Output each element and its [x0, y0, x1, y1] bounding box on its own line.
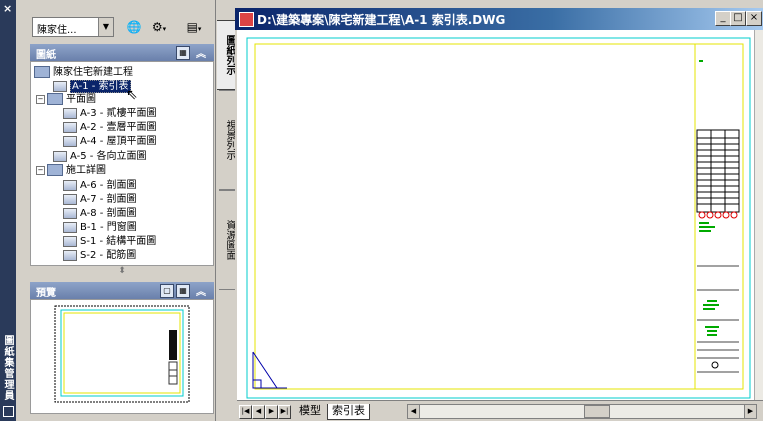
autocad-drawing-icon — [239, 12, 254, 27]
first-tab-icon[interactable]: |◀ — [239, 405, 252, 419]
tree-node-sheet[interactable]: A-3 - 貳樓平面圖 — [63, 107, 157, 120]
publish-icon[interactable]: 🌐 — [124, 17, 144, 37]
sheet-icon — [63, 221, 77, 233]
tree-node-sheet[interactable]: A-2 - 壹層平面圖 — [63, 121, 157, 134]
maximize-button[interactable]: □ — [730, 11, 746, 26]
publish-menu-button[interactable]: ⚙▾ — [146, 17, 172, 37]
sheets-panel-title: 圖紙 — [36, 50, 56, 61]
tree-node-sheet[interactable]: A-5 - 各向立面圖 — [53, 150, 147, 163]
palette-close-button[interactable]: × — [3, 2, 12, 15]
details-mode-icon[interactable]: ▦ — [176, 284, 190, 298]
sheet-tree: 陳家住宅新建工程 A-1 - 索引表 − 平面圖 A-3 - 貳樓平面圖 A-2 … — [30, 61, 214, 266]
tab-layout[interactable]: 索引表 — [327, 404, 370, 420]
scroll-right-icon[interactable]: ▶ — [744, 405, 756, 418]
folder-icon — [47, 164, 63, 176]
sheet-icon — [63, 107, 77, 119]
sheet-icon — [63, 179, 77, 191]
tree-node-sheet[interactable]: A-4 - 屋頂平面圖 — [63, 135, 157, 148]
sheet-set-icon — [34, 66, 50, 78]
autohide-icon[interactable] — [3, 406, 14, 417]
scroll-thumb[interactable] — [584, 405, 610, 418]
tree-node-group[interactable]: − 施工詳圖 — [36, 164, 106, 177]
vertical-scrollbar[interactable] — [754, 30, 763, 400]
sheet-icon — [63, 207, 77, 219]
sheets-panel-header: 圖紙 ▦ ︽ — [30, 44, 214, 61]
drawing-canvas[interactable] — [237, 30, 754, 400]
tree-node-root[interactable]: 陳家住宅新建工程 — [34, 66, 133, 79]
panel-splitter[interactable]: ⬍ — [30, 266, 214, 280]
palette-title-strip: × 圖紙集管理員 — [0, 0, 16, 421]
preview-panel-header: 預覽 ▢ ▦ ︽ — [30, 282, 214, 299]
tree-node-sheet[interactable]: B-1 - 門窗圖 — [63, 221, 137, 234]
sheet-icon — [63, 235, 77, 247]
layout-drawing — [246, 37, 751, 399]
sheet-icon — [63, 135, 77, 147]
scroll-left-icon[interactable]: ◀ — [408, 405, 420, 418]
last-tab-icon[interactable]: ▶| — [278, 405, 291, 419]
sheet-icon — [53, 150, 67, 162]
mouse-cursor-icon: ⇖ — [126, 87, 138, 103]
collapse-icon[interactable]: − — [36, 94, 45, 104]
sheet-icon — [63, 121, 77, 133]
next-tab-icon[interactable]: ▶ — [265, 405, 278, 419]
tree-node-sheet[interactable]: A-6 - 剖面圖 — [63, 179, 137, 192]
sheet-icon — [53, 80, 67, 92]
tab-model[interactable]: 模型 — [295, 404, 325, 419]
sheet-set-dropdown[interactable]: 陳家住... ▼ — [32, 17, 114, 37]
sheet-preview — [30, 299, 214, 414]
panel-options-icon[interactable]: ▦ — [176, 46, 190, 60]
preview-thumbnail — [54, 305, 190, 403]
tree-node-sheet[interactable]: A-8 - 剖面圖 — [63, 207, 137, 220]
collapse-chevron-icon[interactable]: ︽ — [196, 283, 206, 298]
palette-title: 圖紙集管理員 — [2, 335, 13, 401]
drawing-title-bar: D:\建築專案\陳宅新建工程\A-1 索引表.DWG _ □ × — [235, 8, 763, 30]
drawing-title: D:\建築專案\陳宅新建工程\A-1 索引表.DWG — [257, 13, 506, 27]
tree-node-group[interactable]: − 平面圖 — [36, 93, 96, 106]
preview-mode-icon[interactable]: ▢ — [160, 284, 174, 298]
minimize-button[interactable]: _ — [715, 11, 731, 26]
tree-node-sheet[interactable]: A-1 - 索引表 — [53, 80, 131, 93]
prev-tab-icon[interactable]: ◀ — [252, 405, 265, 419]
layout-tab-bar: |◀ ◀ ▶ ▶| 模型 索引表 ◀ ▶ — [237, 400, 763, 421]
chevron-down-icon[interactable]: ▼ — [98, 18, 113, 36]
sheet-set-dropdown-value: 陳家住... — [37, 25, 77, 36]
palette-tabs: 圖紙列示 視景列示 資源圖面 — [217, 20, 238, 400]
tree-node-sheet[interactable]: S-1 - 結構平面圖 — [63, 235, 156, 248]
preview-panel-title: 預覽 — [36, 288, 56, 299]
collapse-icon[interactable]: − — [36, 165, 45, 175]
collapse-chevron-icon[interactable]: ︽ — [196, 45, 206, 60]
horizontal-scrollbar[interactable]: ◀ ▶ — [407, 404, 757, 419]
folder-icon — [47, 93, 63, 105]
view-options-button[interactable]: ▤▾ — [176, 17, 212, 37]
tree-node-sheet[interactable]: S-2 - 配筋圖 — [63, 249, 136, 262]
sheet-icon — [63, 193, 77, 205]
close-button[interactable]: × — [746, 11, 762, 26]
sheet-icon — [63, 249, 77, 261]
tree-node-sheet[interactable]: A-7 - 剖面圖 — [63, 193, 137, 206]
